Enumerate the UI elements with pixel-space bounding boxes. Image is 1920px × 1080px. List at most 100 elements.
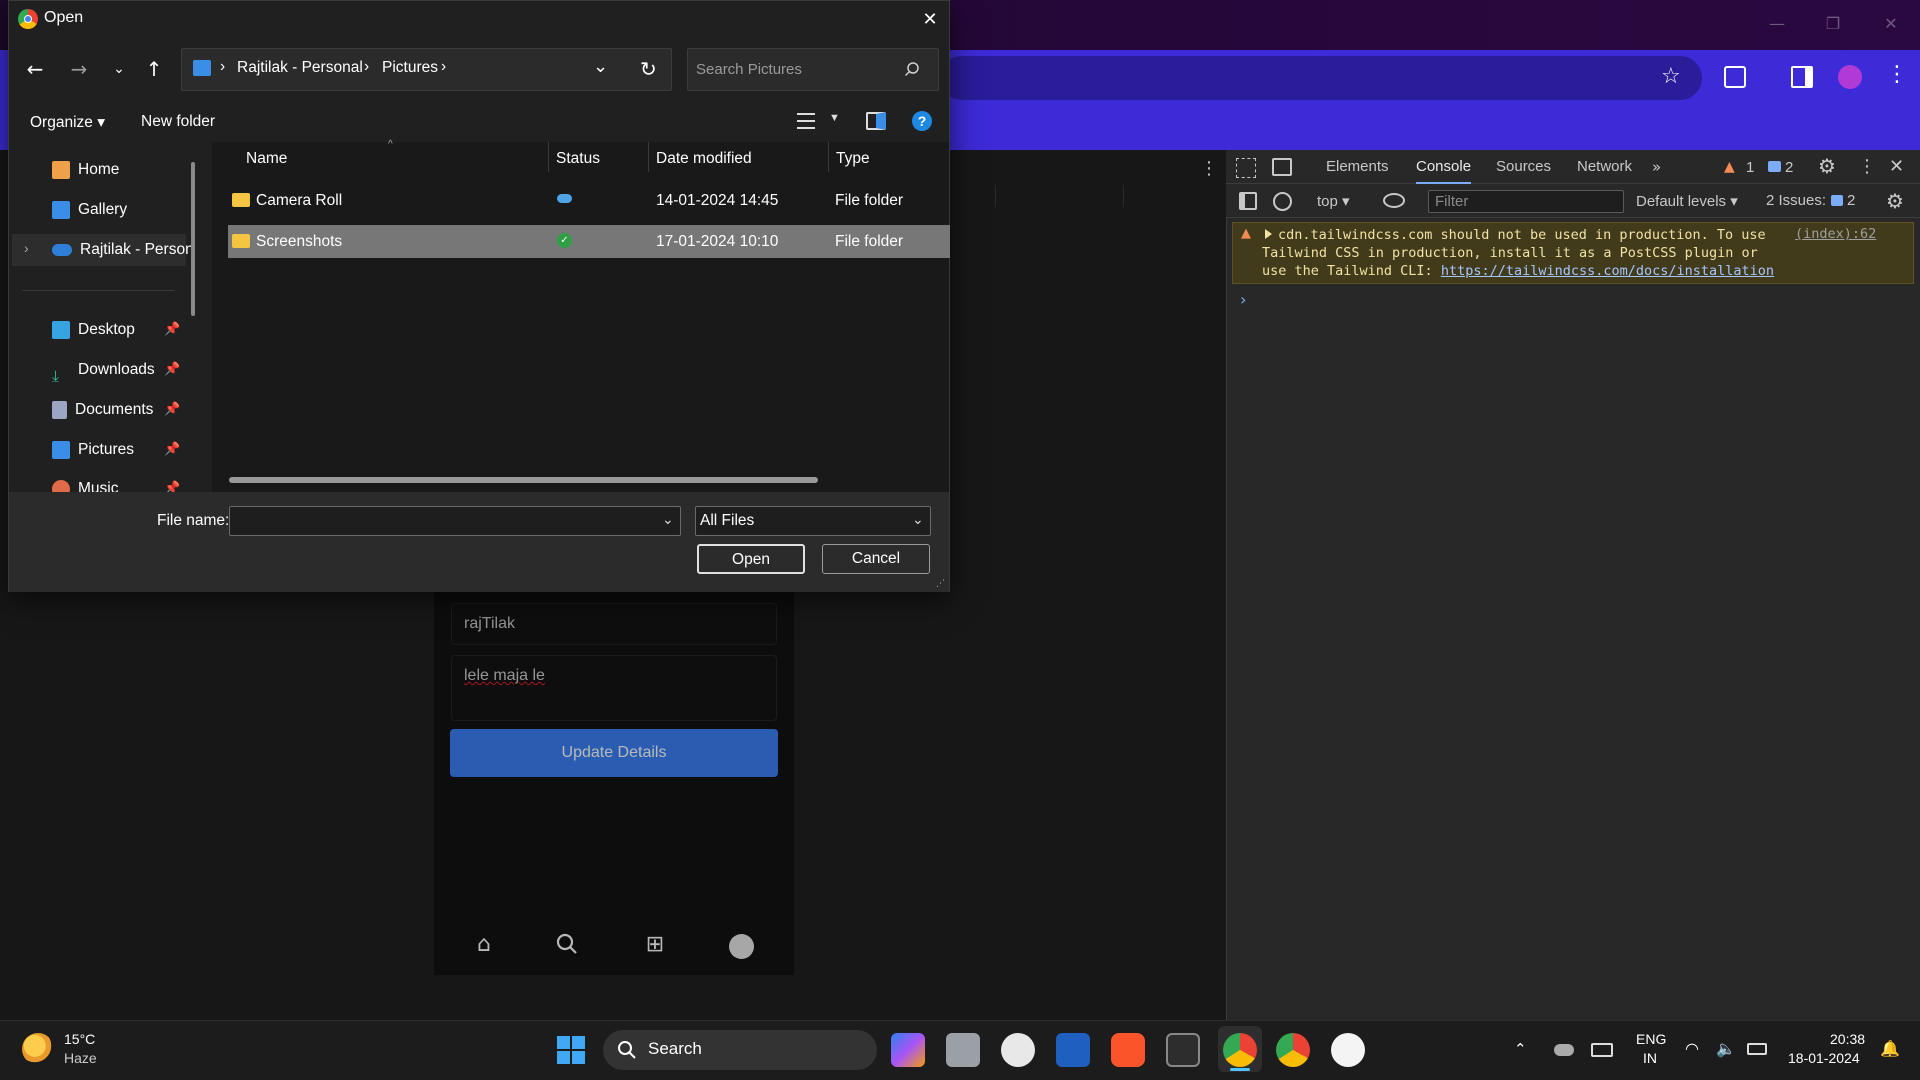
tab-sources[interactable]: Sources (1496, 150, 1551, 184)
clock-app-icon[interactable] (1001, 1033, 1035, 1067)
organize-button[interactable]: Organize ▾ (30, 113, 105, 132)
file-type-select[interactable]: All Files (695, 506, 931, 536)
preview-pane-icon[interactable] (866, 112, 886, 130)
pin-icon[interactable]: 📌 (164, 362, 180, 377)
pin-icon[interactable]: 📌 (164, 442, 180, 457)
column-separator[interactable] (828, 142, 829, 172)
nav-item-documents[interactable]: Documents (52, 395, 153, 425)
nav-item-music[interactable]: Music (52, 474, 118, 492)
file-type-chevron-icon[interactable]: ⌄ (912, 512, 924, 528)
onedrive-tray-icon[interactable] (1554, 1044, 1574, 1056)
copilot-icon[interactable] (891, 1033, 925, 1067)
column-header-status[interactable]: Status (556, 150, 600, 168)
cancel-button[interactable]: Cancel (822, 544, 930, 574)
console-settings-icon[interactable]: ⚙ (1886, 189, 1904, 213)
weather-desc[interactable]: Haze (64, 1050, 97, 1066)
console-filter-input[interactable]: Filter (1428, 190, 1624, 213)
nav-item-gallery[interactable]: Gallery (52, 195, 127, 225)
tab-console[interactable]: Console (1416, 150, 1472, 184)
nav-scrollbar[interactable] (191, 162, 195, 316)
warning-icon[interactable]: ▲ (1724, 159, 1735, 175)
keyboard-icon[interactable] (1591, 1043, 1613, 1057)
address-dropdown-chevron-icon[interactable]: ⌄ (593, 56, 608, 77)
column-header-date[interactable]: Date modified (656, 150, 752, 168)
restore-icon[interactable]: ❐ (1818, 12, 1848, 36)
open-button[interactable]: Open (697, 544, 805, 574)
file-name-input[interactable] (229, 506, 681, 536)
device-toolbar-icon[interactable] (1272, 158, 1292, 176)
help-icon[interactable]: ? (912, 111, 932, 131)
weather-temp[interactable]: 15°C (64, 1031, 95, 1047)
start-windows-icon[interactable] (556, 1035, 586, 1065)
chrome-dev-icon[interactable] (1223, 1033, 1257, 1067)
address-bar[interactable] (940, 56, 1702, 100)
pin-icon[interactable]: 📌 (164, 481, 180, 492)
profile-avatar[interactable] (1838, 65, 1862, 89)
tab-elements[interactable]: Elements (1326, 150, 1389, 184)
pin-icon[interactable]: 📌 (164, 322, 180, 337)
issues-label[interactable]: 2 Issues: (1766, 192, 1826, 209)
breadcrumb-sep-icon[interactable]: › (441, 58, 446, 76)
battery-icon[interactable] (1747, 1043, 1767, 1055)
file-row-screenshots[interactable]: Screenshots ✓ 17-01-2024 10:10 File fold… (228, 225, 950, 258)
log-levels-dropdown[interactable]: Default levels ▾ (1636, 192, 1738, 210)
refresh-icon[interactable]: ↻ (640, 57, 657, 81)
tab-network[interactable]: Network (1577, 150, 1632, 184)
column-separator[interactable] (648, 142, 649, 172)
nav-item-home[interactable]: Home (52, 155, 119, 185)
bookmark-star-icon[interactable]: ☆ (1661, 64, 1681, 89)
message-count[interactable]: 2 (1785, 159, 1793, 176)
settings-gear-icon[interactable]: ⚙ (1818, 154, 1836, 178)
nav-item-pictures[interactable]: Pictures (52, 435, 134, 465)
viewport-more-icon[interactable]: ⋮ (1200, 158, 1218, 179)
recent-locations-chevron-icon[interactable]: ⌄ (104, 54, 134, 84)
pin-icon[interactable]: 📌 (164, 402, 180, 417)
more-tabs-icon[interactable]: » (1652, 150, 1661, 184)
dialog-close-icon[interactable]: ✕ (916, 6, 944, 34)
column-header-name[interactable]: Name (246, 150, 287, 168)
resize-grip-icon[interactable]: ⋰ (936, 578, 945, 589)
console-sidebar-icon[interactable] (1239, 192, 1257, 210)
console-prompt-icon[interactable]: › (1240, 290, 1246, 309)
inspect-element-icon[interactable] (1236, 158, 1256, 178)
chrome-icon[interactable] (1276, 1033, 1310, 1067)
nav-item-downloads[interactable]: ⤓ Downloads (52, 355, 155, 385)
warning-count[interactable]: 1 (1746, 159, 1754, 176)
taskbar-search-box[interactable] (603, 1030, 877, 1070)
language-top[interactable]: ENG (1636, 1031, 1666, 1047)
clear-console-icon[interactable] (1273, 192, 1292, 211)
clock-date[interactable]: 18-01-2024 (1788, 1050, 1860, 1066)
terminal-icon[interactable] (1166, 1033, 1200, 1067)
devtools-close-icon[interactable]: ✕ (1889, 156, 1904, 177)
notification-bell-icon[interactable]: 🔔 (1880, 1039, 1900, 1058)
task-view-icon[interactable] (946, 1033, 980, 1067)
warning-link[interactable]: https://tailwindcss.com/docs/installatio… (1441, 263, 1774, 279)
window-close-icon[interactable]: ✕ (1876, 12, 1906, 36)
clock-time[interactable]: 20:38 (1830, 1031, 1865, 1047)
breadcrumb-item[interactable]: Rajtilak - Personal (237, 59, 363, 77)
show-hidden-icons-chevron-icon[interactable]: ⌃ (1514, 1040, 1527, 1058)
wifi-icon[interactable]: ◠ (1685, 1039, 1699, 1058)
horizontal-scrollbar[interactable] (229, 477, 818, 483)
language-bottom[interactable]: IN (1643, 1050, 1657, 1066)
column-header-type[interactable]: Type (836, 150, 870, 168)
vscode-icon[interactable] (1056, 1033, 1090, 1067)
search-icon[interactable] (904, 61, 920, 77)
up-arrow-icon[interactable]: ↑ (139, 54, 169, 84)
back-arrow-icon[interactable]: ← (20, 54, 50, 84)
chrome-menu-icon[interactable]: ⋮ (1886, 62, 1908, 87)
volume-icon[interactable]: 🔈 (1716, 1039, 1736, 1058)
side-panel-icon[interactable] (1791, 66, 1813, 88)
warning-source-link[interactable]: (index):62 (1795, 226, 1876, 242)
file-row-camera-roll[interactable]: Camera Roll 14-01-2024 14:45 File folder (228, 184, 950, 217)
brave-browser-icon[interactable] (1111, 1033, 1145, 1067)
view-dropdown-chevron-icon[interactable]: ▼ (829, 112, 840, 124)
weather-icon[interactable] (22, 1033, 54, 1065)
mongodb-compass-icon[interactable] (1331, 1033, 1365, 1067)
message-icon[interactable] (1768, 161, 1781, 172)
new-folder-button[interactable]: New folder (141, 113, 215, 131)
context-selector[interactable]: top ▾ (1317, 192, 1350, 210)
breadcrumb-item[interactable]: Pictures (382, 59, 438, 77)
issues-count[interactable]: 2 (1847, 192, 1855, 209)
view-options-icon[interactable] (797, 113, 815, 129)
